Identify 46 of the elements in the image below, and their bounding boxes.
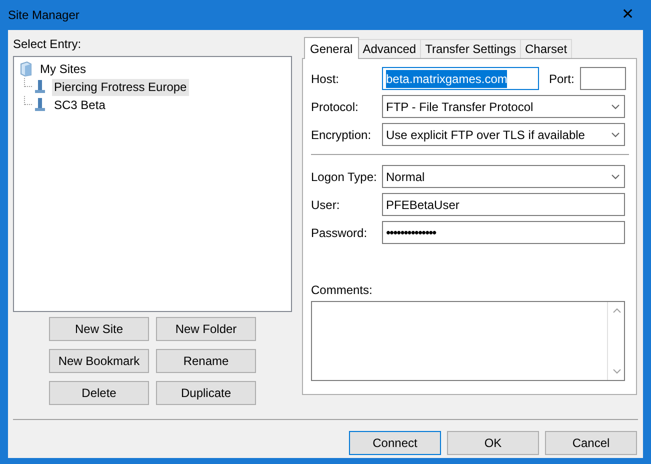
- entry-button[interactable]: New Bookmark: [49, 349, 149, 373]
- comments-label: Comments:: [311, 282, 374, 297]
- field-label: Port:: [549, 70, 576, 88]
- tab[interactable]: Charset: [521, 39, 572, 58]
- folder-icon: [18, 61, 34, 77]
- server-icon: [32, 79, 48, 95]
- tab[interactable]: Advanced: [358, 39, 422, 58]
- tree-connector-line: [24, 78, 32, 87]
- tree-item[interactable]: Piercing Frotress Europe: [52, 78, 189, 96]
- tree-item[interactable]: SC3 Beta: [52, 96, 108, 114]
- field-label: Password:: [311, 224, 368, 242]
- field-label: Encryption:: [311, 126, 372, 144]
- scroll-down-icon: [612, 369, 620, 374]
- field-label: Host:: [311, 70, 340, 88]
- field-label: Logon Type:: [311, 168, 378, 186]
- chevron-down-icon: [611, 104, 620, 110]
- entry-button[interactable]: Duplicate: [156, 381, 256, 405]
- tree-connector-line: [24, 96, 32, 105]
- field-label: Protocol:: [311, 98, 360, 116]
- chevron-down-icon: [611, 132, 620, 138]
- scrollbar[interactable]: [607, 302, 624, 380]
- tab[interactable]: Transfer Settings: [421, 39, 522, 58]
- password-field[interactable]: ••••••••••••••: [382, 221, 625, 244]
- entry-button[interactable]: Delete: [49, 381, 149, 405]
- protocol-dropdown[interactable]: FTP - File Transfer Protocol: [382, 95, 625, 118]
- dialog-button[interactable]: Cancel: [545, 431, 637, 455]
- entry-button[interactable]: New Folder: [156, 317, 256, 341]
- select-entry-label: Select Entry:: [13, 36, 82, 52]
- comments-field[interactable]: [311, 301, 625, 381]
- entry-button[interactable]: Rename: [156, 349, 256, 373]
- tab[interactable]: General: [304, 37, 359, 59]
- port-field[interactable]: [580, 67, 626, 90]
- window-title: Site Manager: [8, 7, 80, 24]
- encryption-dropdown[interactable]: Use explicit FTP over TLS if available: [382, 123, 625, 146]
- host-field[interactable]: beta.matrixgames.com: [382, 67, 539, 90]
- entry-button[interactable]: New Site: [49, 317, 149, 341]
- field-label: User:: [311, 196, 341, 214]
- server-icon: [32, 97, 48, 113]
- scroll-up-icon: [612, 308, 620, 313]
- logon-type-dropdown[interactable]: Normal: [382, 165, 625, 188]
- dialog-button[interactable]: OK: [447, 431, 539, 455]
- chevron-down-icon: [611, 174, 620, 180]
- close-button[interactable]: ✕: [605, 0, 651, 30]
- user-field[interactable]: PFEBetaUser: [382, 193, 625, 216]
- dialog-button[interactable]: Connect: [349, 431, 441, 455]
- tree-item[interactable]: My Sites: [38, 60, 88, 78]
